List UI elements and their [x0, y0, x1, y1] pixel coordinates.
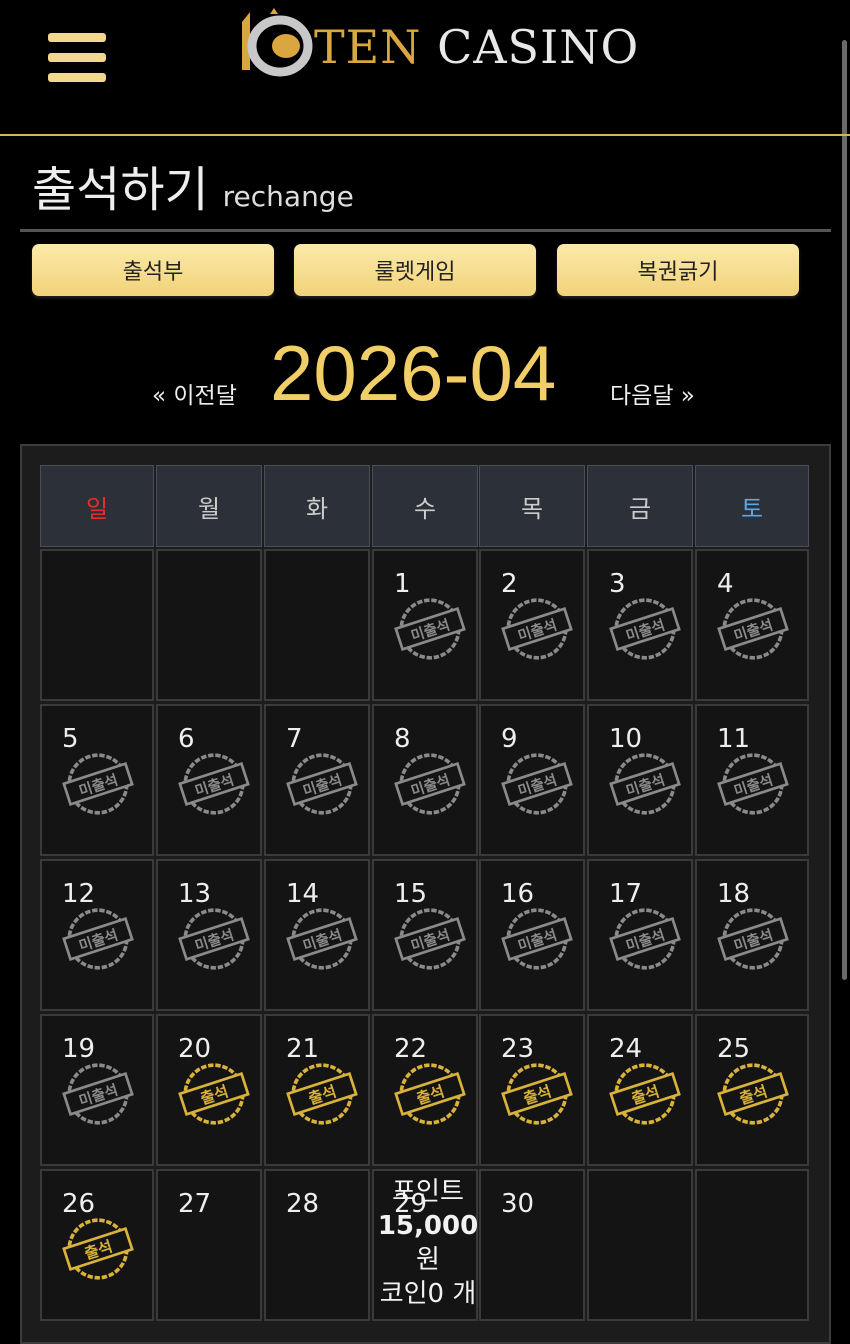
page-subtitle: rechange — [222, 180, 354, 213]
absent-stamp-icon: 미출석 — [178, 908, 250, 970]
absent-stamp-icon: 미출석 — [717, 753, 789, 815]
tab-attendance-book[interactable]: 출석부 — [32, 244, 274, 296]
points-value: 15,000 — [377, 1211, 479, 1241]
absent-stamp-icon: 미출석 — [717, 908, 789, 970]
absent-stamp-icon: 미출석 — [609, 753, 681, 815]
next-month-link[interactable]: 다음달 » — [610, 376, 695, 410]
calendar-day-cell[interactable]: 21 출석 — [264, 1014, 370, 1166]
page-scrollbar[interactable] — [842, 40, 847, 980]
calendar-empty-cell — [695, 1169, 809, 1321]
calendar-day-cell[interactable]: 29 포인트 15,000 원 코인0 개 — [372, 1169, 478, 1321]
calendar-empty-cell — [587, 1169, 693, 1321]
absent-stamp-icon: 미출석 — [286, 753, 358, 815]
weekday-header: 목 — [479, 465, 585, 547]
brand-logo[interactable]: TEN CASINO — [236, 6, 640, 80]
absent-stamp-icon: 미출석 — [62, 753, 134, 815]
calendar-day-cell[interactable]: 30 — [479, 1169, 585, 1321]
calendar-day-cell[interactable]: 3 미출석 — [587, 549, 693, 701]
attended-stamp-icon: 출석 — [717, 1063, 789, 1125]
calendar-day-cell[interactable]: 23 출석 — [479, 1014, 585, 1166]
weekday-header: 금 — [587, 465, 693, 547]
calendar-empty-cell — [264, 549, 370, 701]
attended-stamp-icon: 출석 — [501, 1063, 573, 1125]
coin-count: 코인0 개 — [379, 1279, 477, 1309]
calendar-day-cell[interactable]: 28 — [264, 1169, 370, 1321]
absent-stamp-icon: 미출석 — [609, 908, 681, 970]
absent-stamp-icon: 미출석 — [501, 908, 573, 970]
absent-stamp-icon: 미출석 — [178, 753, 250, 815]
weekday-header: 수 — [372, 465, 478, 547]
hamburger-menu-icon[interactable] — [48, 33, 108, 85]
calendar-day-cell[interactable]: 12 미출석 — [40, 859, 154, 1011]
attended-stamp-icon: 출석 — [609, 1063, 681, 1125]
absent-stamp-icon: 미출석 — [62, 908, 134, 970]
page-title-row: 출석하기 rechange — [32, 150, 354, 220]
absent-stamp-icon: 미출석 — [717, 598, 789, 660]
calendar-day-cell[interactable]: 16 미출석 — [479, 859, 585, 1011]
header-divider — [0, 134, 850, 136]
calendar-day-cell[interactable]: 22 출석 — [372, 1014, 478, 1166]
calendar-day-cell[interactable]: 6 미출석 — [156, 704, 262, 856]
tab-roulette-game[interactable]: 룰렛게임 — [294, 244, 536, 296]
logo-emblem-icon — [242, 8, 313, 77]
calendar-day-cell[interactable]: 24 출석 — [587, 1014, 693, 1166]
current-month: 2026-04 — [270, 329, 557, 417]
absent-stamp-icon: 미출석 — [609, 598, 681, 660]
calendar-day-cell[interactable]: 10 미출석 — [587, 704, 693, 856]
absent-stamp-icon: 미출석 — [62, 1063, 134, 1125]
calendar-day-cell[interactable]: 17 미출석 — [587, 859, 693, 1011]
calendar-empty-cell — [40, 549, 154, 701]
calendar-day-cell[interactable]: 15 미출석 — [372, 859, 478, 1011]
calendar-day-cell[interactable]: 4 미출석 — [695, 549, 809, 701]
calendar-day-cell[interactable]: 27 — [156, 1169, 262, 1321]
calendar-day-cell[interactable]: 19 미출석 — [40, 1014, 154, 1166]
absent-stamp-icon: 미출석 — [286, 908, 358, 970]
weekday-header: 일 — [40, 465, 154, 547]
absent-stamp-icon: 미출석 — [501, 598, 573, 660]
calendar-day-cell[interactable]: 1 미출석 — [372, 549, 478, 701]
calendar-empty-cell — [156, 549, 262, 701]
calendar-day-cell[interactable]: 26 출석 — [40, 1169, 154, 1321]
calendar-day-cell[interactable]: 5 미출석 — [40, 704, 154, 856]
absent-stamp-icon: 미출석 — [501, 753, 573, 815]
calendar-day-cell[interactable]: 13 미출석 — [156, 859, 262, 1011]
attended-stamp-icon: 출석 — [286, 1063, 358, 1125]
brand-name: TEN CASINO — [314, 20, 640, 74]
weekday-header: 월 — [156, 465, 262, 547]
prev-month-link[interactable]: « 이전달 — [152, 376, 237, 410]
calendar-day-cell[interactable]: 2 미출석 — [479, 549, 585, 701]
attended-stamp-icon: 출석 — [178, 1063, 250, 1125]
calendar-day-cell[interactable]: 18 미출석 — [695, 859, 809, 1011]
absent-stamp-icon: 미출석 — [394, 908, 466, 970]
reward-summary: 포인트 15,000 원코인0 개 — [374, 1175, 482, 1311]
title-divider — [20, 229, 831, 232]
points-label: 포인트 — [392, 1177, 464, 1207]
calendar-day-cell[interactable]: 8 미출석 — [372, 704, 478, 856]
calendar-day-cell[interactable]: 20 출석 — [156, 1014, 262, 1166]
calendar-day-cell[interactable]: 14 미출석 — [264, 859, 370, 1011]
points-unit: 원 — [416, 1245, 440, 1275]
weekday-header: 화 — [264, 465, 370, 547]
day-number: 28 — [286, 1189, 320, 1219]
attended-stamp-icon: 출석 — [62, 1218, 134, 1280]
absent-stamp-icon: 미출석 — [394, 598, 466, 660]
calendar-day-cell[interactable]: 7 미출석 — [264, 704, 370, 856]
calendar-day-cell[interactable]: 25 출석 — [695, 1014, 809, 1166]
weekday-header: 토 — [695, 465, 809, 547]
tab-lottery-scratch[interactable]: 복권긁기 — [557, 244, 799, 296]
attended-stamp-icon: 출석 — [394, 1063, 466, 1125]
page-title: 출석하기 — [32, 162, 209, 218]
header: TEN CASINO — [0, 0, 850, 136]
day-number: 27 — [178, 1189, 212, 1219]
calendar-day-cell[interactable]: 9 미출석 — [479, 704, 585, 856]
absent-stamp-icon: 미출석 — [394, 753, 466, 815]
day-number: 30 — [501, 1189, 535, 1219]
calendar-day-cell[interactable]: 11 미출석 — [695, 704, 809, 856]
